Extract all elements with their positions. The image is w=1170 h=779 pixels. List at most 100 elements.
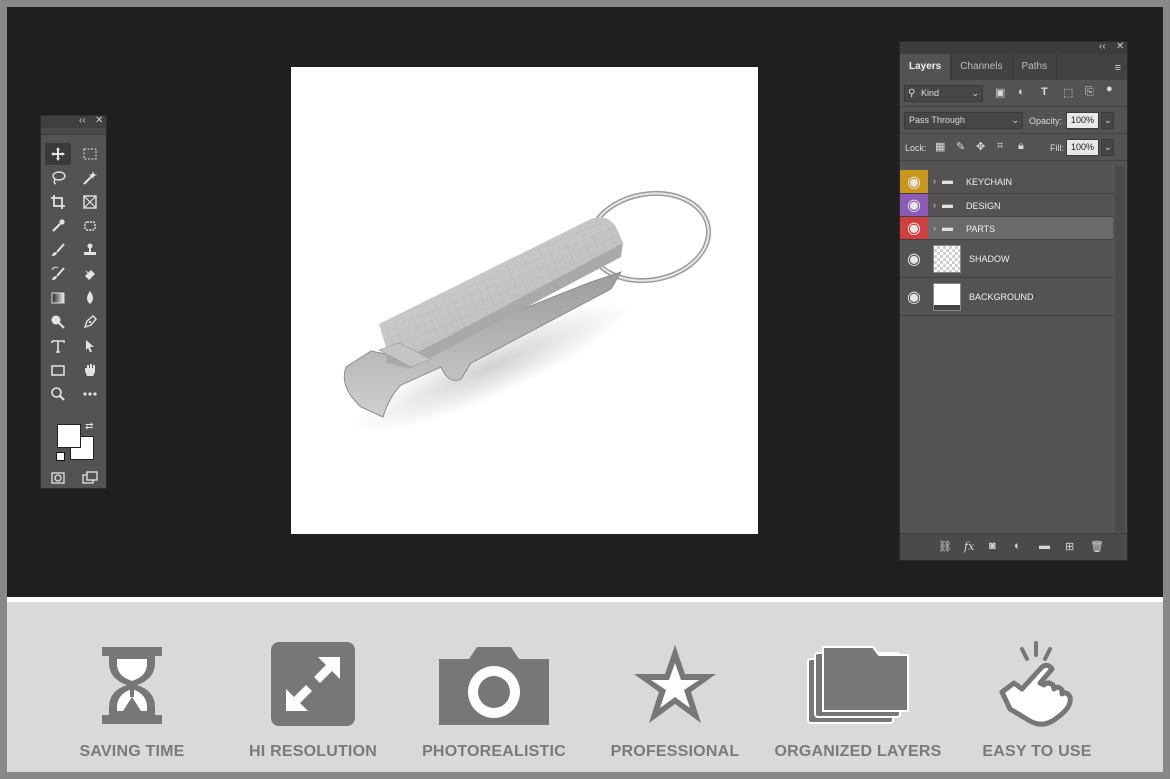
panel-menu-icon[interactable]: ≡ <box>1115 62 1121 74</box>
default-colors-icon[interactable] <box>56 452 65 461</box>
lasso-tool-icon[interactable] <box>45 167 71 189</box>
path-selection-tool-icon[interactable] <box>77 335 103 357</box>
type-filter-icon[interactable]: T <box>1041 86 1048 98</box>
lock-all-icon[interactable]: 🔒︎ <box>1018 140 1024 153</box>
stamp-tool-icon[interactable] <box>77 239 103 261</box>
swap-colors-icon[interactable]: ⇄ <box>85 421 93 432</box>
pixel-filter-icon[interactable]: ▣ <box>995 86 1005 99</box>
layers-scrollbar[interactable] <box>1115 166 1125 532</box>
tab-paths[interactable]: Paths <box>1013 54 1058 80</box>
shape-filter-icon[interactable]: ⬚ <box>1063 86 1073 99</box>
quick-mask-icon[interactable] <box>45 467 71 489</box>
folder-icon: ▬ <box>942 175 953 187</box>
visibility-eye-icon[interactable]: ◉ <box>900 170 928 193</box>
star-icon <box>634 645 716 723</box>
dodge-tool-icon[interactable] <box>45 311 71 333</box>
history-brush-tool-icon[interactable] <box>45 263 71 285</box>
layer-name: KEYCHAIN <box>966 177 1013 187</box>
filter-kind-value: Kind <box>921 88 940 98</box>
fill-dropdown-icon[interactable]: ⌄ <box>1101 139 1114 156</box>
smart-object-filter-icon[interactable]: ⎘ <box>1085 86 1094 99</box>
blur-tool-icon[interactable] <box>77 287 103 309</box>
layer-parts[interactable]: ◉ › ▬ PARTS <box>900 217 1113 240</box>
group-expand-chevron-icon[interactable]: › <box>933 176 936 186</box>
visibility-eye-icon[interactable]: ◉ <box>900 194 928 216</box>
layers-panel-titlebar[interactable]: ‹‹ ✕ <box>900 41 1127 54</box>
feature-hi-resolution: HI RESOLUTION <box>228 637 398 760</box>
eyedropper-tool-icon[interactable] <box>45 215 71 237</box>
trash-icon[interactable]: 🗑︎ <box>1090 540 1104 553</box>
opacity-input[interactable]: 100% <box>1066 112 1099 129</box>
layer-shadow[interactable]: ◉ SHADOW <box>900 240 1113 278</box>
rectangle-tool-icon[interactable] <box>45 359 71 381</box>
fill-input[interactable]: 100% <box>1066 139 1099 156</box>
group-expand-chevron-icon[interactable]: › <box>933 223 936 233</box>
document-canvas[interactable] <box>291 67 758 534</box>
add-mask-icon[interactable]: ◙ <box>989 540 996 552</box>
layer-background[interactable]: ◉ BACKGROUND <box>900 278 1113 316</box>
gradient-tool-icon[interactable] <box>45 287 71 309</box>
brush-tool-icon[interactable] <box>45 239 71 261</box>
blend-row: Pass Through ⌄ Opacity: 100% ⌄ <box>900 107 1127 134</box>
more-tools-icon[interactable] <box>77 383 103 405</box>
new-layer-icon[interactable]: ⊞ <box>1065 540 1074 553</box>
layers-footer: ⛓ fx ◙ ◐ ▬ ⊞ 🗑︎ <box>900 533 1127 560</box>
tools-panel-grip[interactable] <box>41 128 106 135</box>
magic-wand-tool-icon[interactable] <box>77 167 103 189</box>
hand-tool-icon[interactable] <box>77 359 103 381</box>
close-panel-button[interactable]: ✕ <box>95 115 103 126</box>
blend-mode-select[interactable]: Pass Through ⌄ <box>904 112 1023 129</box>
tab-layers[interactable]: Layers <box>900 54 952 80</box>
layer-name: PARTS <box>966 224 996 234</box>
close-panel-button[interactable]: ✕ <box>1116 41 1124 52</box>
type-tool-icon[interactable] <box>45 335 71 357</box>
zoom-tool-icon[interactable] <box>45 383 71 405</box>
layer-thumbnail <box>933 245 961 273</box>
feature-saving-time: SAVING TIME <box>47 637 217 760</box>
collapse-panel-button[interactable]: ‹‹ <box>1099 41 1106 52</box>
visibility-eye-icon[interactable]: ◉ <box>900 278 928 315</box>
filter-row: ⚲ Kind ⌄ ▣ ◐ T ⬚ ⎘ ● <box>900 80 1127 107</box>
spot-healing-tool-icon[interactable] <box>77 215 103 237</box>
tab-channels[interactable]: Channels <box>951 54 1013 80</box>
feature-label: HI RESOLUTION <box>249 743 377 760</box>
new-group-icon[interactable]: ▬ <box>1039 540 1050 552</box>
lock-position-icon[interactable]: ✥ <box>976 140 985 153</box>
lock-transparent-icon[interactable]: ▦ <box>935 140 945 153</box>
pen-tool-icon[interactable] <box>77 311 103 333</box>
screen-mode-icon[interactable] <box>77 467 103 489</box>
bottle-opener-keychain-image <box>343 190 712 434</box>
feature-label: PHOTOREALISTIC <box>422 743 566 760</box>
group-expand-chevron-icon[interactable]: › <box>933 200 936 210</box>
lock-artboard-icon[interactable]: ⌗ <box>997 140 1003 153</box>
outer-frame: ‹‹ ✕ ⇄ ‹‹ ✕ Layers Channels Paths ≡ ⚲ Ki… <box>0 0 1170 779</box>
opacity-label: Opacity: <box>1029 116 1063 126</box>
fx-icon[interactable]: fx <box>964 540 974 553</box>
feature-label: PROFESSIONAL <box>610 743 740 760</box>
marquee-tool-icon[interactable] <box>77 143 103 165</box>
visibility-eye-icon[interactable]: ◉ <box>900 240 928 277</box>
eraser-tool-icon[interactable] <box>77 263 103 285</box>
filter-kind-select[interactable]: ⚲ Kind ⌄ <box>904 85 983 102</box>
adjustment-filter-icon[interactable]: ◐ <box>1018 86 1025 98</box>
search-icon: ⚲ <box>908 88 916 99</box>
lock-image-icon[interactable]: ✎ <box>956 140 965 153</box>
frame-tool-icon[interactable] <box>77 191 103 213</box>
crop-tool-icon[interactable] <box>45 191 71 213</box>
move-tool-icon[interactable] <box>45 143 71 165</box>
layer-design[interactable]: ◉ › ▬ DESIGN <box>900 194 1113 217</box>
opacity-dropdown-icon[interactable]: ⌄ <box>1101 112 1114 129</box>
layer-keychain[interactable]: ◉ › ▬ KEYCHAIN <box>900 170 1113 194</box>
filter-toggle-icon[interactable]: ● <box>1106 83 1113 95</box>
foreground-color-swatch[interactable] <box>57 424 81 448</box>
adjustment-layer-icon[interactable]: ◐ <box>1014 540 1021 552</box>
feature-photorealistic: PHOTOREALISTIC <box>409 637 579 760</box>
fill-label: Fill: <box>1050 143 1064 153</box>
folder-icon: ▬ <box>942 199 953 211</box>
tools-panel-titlebar[interactable]: ‹‹ ✕ <box>41 115 106 128</box>
link-layers-icon[interactable]: ⛓ <box>938 540 952 553</box>
collapse-panel-button[interactable]: ‹‹ <box>79 115 86 126</box>
lock-label: Lock: <box>905 143 927 153</box>
visibility-eye-icon[interactable]: ◉ <box>900 217 928 239</box>
features-strip: SAVING TIME HI RESOLUTION PHOTOREALISTIC <box>7 602 1163 772</box>
